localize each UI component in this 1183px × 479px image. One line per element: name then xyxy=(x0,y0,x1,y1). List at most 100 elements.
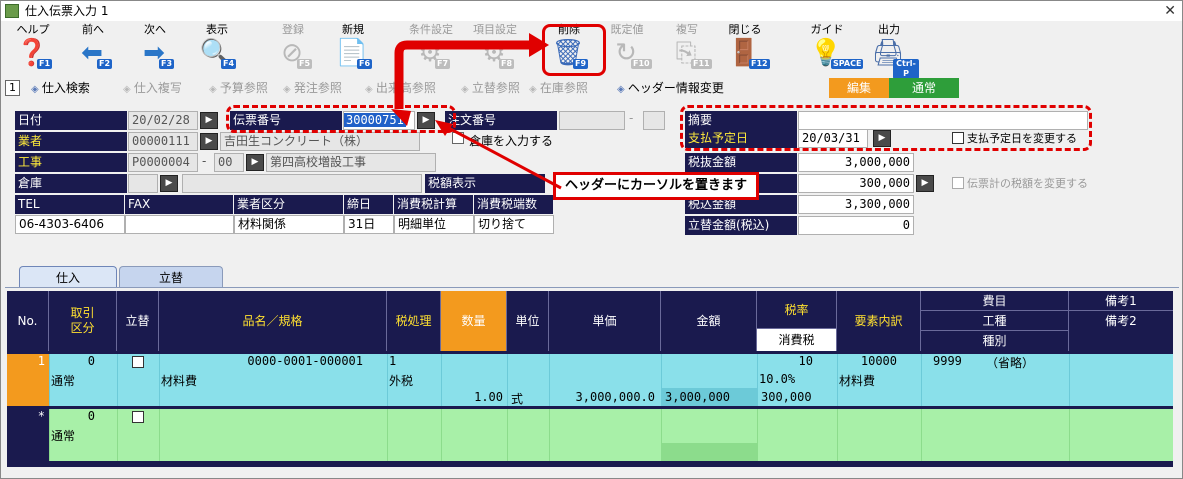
grid-header-biko2[interactable]: 備考2 xyxy=(1069,311,1173,331)
warehouse-label: 倉庫 xyxy=(15,174,127,193)
title-bar: 仕入伝票入力 1 ✕ xyxy=(1,1,1182,21)
warehouse-name-field xyxy=(182,174,422,193)
grid-header-tatekae[interactable]: 立替 xyxy=(117,291,159,351)
warehouse-picker-button[interactable]: ▶ xyxy=(160,175,178,192)
mode-edit-button[interactable]: 編集 xyxy=(829,78,889,98)
window-title: 仕入伝票入力 1 xyxy=(25,4,109,18)
toolbar-button-new-document[interactable]: 新規 📄 F6 xyxy=(323,23,383,73)
toolbar-button-bulb[interactable]: ガイド 💡 SPACE xyxy=(797,23,864,73)
highlight-delete-button xyxy=(542,24,606,76)
toolbar-button-register[interactable]: 登録 ⊘ F5 xyxy=(263,23,323,73)
grid-header-koushu[interactable]: 工種 xyxy=(921,311,1069,331)
pretax-amount-label: 税抜金額 xyxy=(685,153,797,172)
toolbar-button-help[interactable]: ヘルプ ❓ F1 xyxy=(3,23,63,73)
grid-cell-border xyxy=(441,409,442,461)
secondary-button-label: 仕入検索 xyxy=(41,81,90,95)
unit-price[interactable]: 3,000,000.0 xyxy=(549,390,655,404)
table-row[interactable] xyxy=(49,409,1173,461)
secondary-header-info-change-button[interactable]: ◈ ヘッダー情報変更 xyxy=(617,79,724,97)
grid-cell-border xyxy=(159,409,160,461)
grid-header-himoku[interactable]: 費目 xyxy=(921,291,1069,311)
toolbar-button-copy[interactable]: 複写 ⎘ F11 xyxy=(657,23,717,73)
info-value: 06-4303-6406 xyxy=(15,215,125,234)
secondary-button-label: 発注参照 xyxy=(293,81,342,95)
secondary-button-label: ヘッダー情報変更 xyxy=(627,81,724,95)
grid-header-torihiki[interactable]: 取引 区分 xyxy=(49,291,117,351)
item-code[interactable]: 0000-0001-000001 xyxy=(161,354,363,368)
info-header: 消費税計算 xyxy=(394,195,473,214)
grid-header-shubetsu[interactable]: 種別 xyxy=(921,331,1069,351)
element-name: 材料費 xyxy=(839,374,876,388)
tax-amount[interactable]: 300,000 xyxy=(761,390,812,404)
grid-cell-border xyxy=(507,354,508,406)
purchase-copy-icon: ◈ xyxy=(123,84,134,95)
toolbar-button-close-door[interactable]: 閉じる 🚪 F12 xyxy=(715,23,775,73)
toolbar-button-print[interactable]: 出力 🖨 Ctrl-P xyxy=(859,23,919,79)
grid-header-taxrate[interactable]: 税率 xyxy=(757,291,837,329)
toolbar-button-label: 前へ xyxy=(82,23,104,36)
grid-header-hinmei[interactable]: 品名／規格 xyxy=(159,291,387,351)
tax-amount-field: 300,000 xyxy=(798,174,914,193)
tax-rate: 10.0% xyxy=(759,372,796,386)
unit[interactable]: 式 xyxy=(511,390,523,407)
function-key-badge: F1 xyxy=(37,59,53,69)
tax-change-checkbox[interactable] xyxy=(952,177,964,189)
toolbar-button-magnifier[interactable]: 表示 🔍 F4 xyxy=(187,23,247,73)
advance-checkbox[interactable] xyxy=(132,411,144,423)
project-code-field[interactable]: P0000004 xyxy=(128,153,198,172)
order-separator: - xyxy=(629,111,634,125)
close-icon[interactable]: ✕ xyxy=(1164,1,1176,21)
grid-header-amount[interactable]: 金額 xyxy=(661,291,757,351)
secondary-purchase-copy-button[interactable]: ◈ 仕入複写 xyxy=(123,79,182,97)
order-sub-field[interactable] xyxy=(643,111,665,130)
torihiki-code[interactable]: 0 xyxy=(49,409,95,423)
toolbar-button-label: 複写 xyxy=(676,23,698,36)
vendor-name-field: 吉田生コンクリート（株） xyxy=(220,132,420,151)
secondary-button-label: 仕入複写 xyxy=(133,81,182,95)
tax-process-name: 外税 xyxy=(389,374,414,388)
grid-header-element[interactable]: 要素内訳 xyxy=(837,291,921,351)
tab-purchase[interactable]: 仕入 xyxy=(19,266,117,288)
grid-header-price[interactable]: 単価 xyxy=(549,291,661,351)
secondary-purchase-search-button[interactable]: ◈ 仕入検索 xyxy=(31,79,90,97)
grid-header-biko1[interactable]: 備考1 xyxy=(1069,291,1173,311)
grid-cell-border xyxy=(159,354,160,406)
grid-header-qty[interactable]: 数量 xyxy=(441,291,507,351)
project-picker-button[interactable]: ▶ xyxy=(246,154,264,171)
vendor-picker-button[interactable]: ▶ xyxy=(200,133,218,150)
info-header: 業者区分 xyxy=(234,195,343,214)
quantity[interactable]: 1.00 xyxy=(441,390,503,404)
grid-header-unit[interactable]: 単位 xyxy=(507,291,549,351)
advance-amount-field: 0 xyxy=(798,216,914,235)
mode-normal-button[interactable]: 通常 xyxy=(889,78,959,98)
secondary-budget-ref-button[interactable]: ◈ 予算参照 xyxy=(209,79,268,97)
tax-process-code[interactable]: 1 xyxy=(389,354,396,368)
project-sub-field[interactable]: 00 xyxy=(214,153,244,172)
tax-amount-button[interactable]: ▶ xyxy=(916,175,934,192)
project-separator: - xyxy=(202,154,207,168)
grid-header-tax[interactable]: 消費税 xyxy=(757,329,837,351)
toolbar-button-arrow-right[interactable]: 次へ ➡ F3 xyxy=(125,23,185,73)
tab-advance[interactable]: 立替 xyxy=(119,266,223,288)
info-header: FAX xyxy=(125,195,233,214)
torihiki-code[interactable]: 0 xyxy=(49,354,95,368)
tax-rate-code[interactable]: 10 xyxy=(757,354,813,368)
toolbar-button-default[interactable]: 既定値 ↻ F10 xyxy=(597,23,657,73)
grid-cell-border xyxy=(117,409,118,461)
grid-cell-border xyxy=(921,409,922,461)
date-picker-button[interactable]: ▶ xyxy=(200,112,218,129)
advance-checkbox[interactable] xyxy=(132,356,144,368)
date-field[interactable]: 20/02/28 xyxy=(128,111,198,130)
info-value: 切り捨て xyxy=(474,215,554,234)
himoku-code[interactable]: 9999 xyxy=(933,354,962,368)
amount[interactable]: 3,000,000 xyxy=(665,390,730,404)
vendor-code-field[interactable]: 00000111 xyxy=(128,132,198,151)
element-code[interactable]: 10000 xyxy=(837,354,897,368)
secondary-order-ref-button[interactable]: ◈ 発注参照 xyxy=(283,79,342,97)
warehouse-code-field[interactable] xyxy=(128,174,158,193)
toolbar-button-arrow-left[interactable]: 前へ ⬅ F2 xyxy=(63,23,123,73)
grid-header-no[interactable]: No. xyxy=(7,291,49,351)
info-header: 締日 xyxy=(344,195,393,214)
function-key-badge: F2 xyxy=(97,59,113,69)
grid-header-zei[interactable]: 税処理 xyxy=(387,291,441,351)
